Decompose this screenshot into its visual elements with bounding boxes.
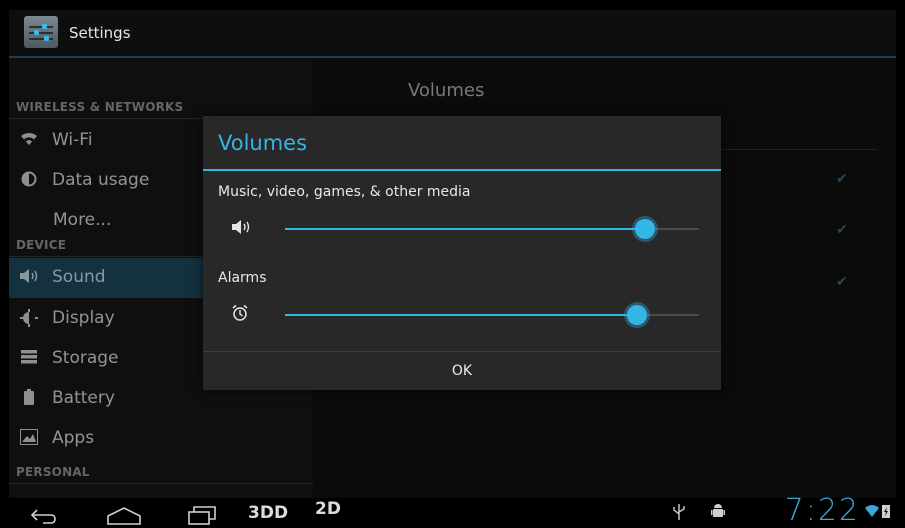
usb-icon bbox=[673, 504, 685, 524]
2d-mode-button[interactable]: 2D bbox=[315, 494, 341, 524]
alarm-volume-slider[interactable] bbox=[285, 305, 699, 325]
system-navigation-bar: 3DD 2D 7:22 bbox=[9, 494, 896, 528]
dialog-title: Volumes bbox=[218, 131, 308, 155]
3d-mode-button[interactable]: 3DD bbox=[248, 498, 288, 528]
media-volume-label: Music, video, games, & other media bbox=[218, 184, 471, 200]
media-volume-slider[interactable] bbox=[285, 219, 699, 239]
slider-thumb[interactable] bbox=[626, 305, 647, 325]
wifi-signal-icon bbox=[865, 504, 879, 522]
battery-charging-icon bbox=[882, 504, 890, 522]
back-icon[interactable] bbox=[29, 498, 57, 528]
device-frame: Settings WIRELESS & NETWORKS Wi-Fi Data … bbox=[0, 0, 905, 528]
alarm-clock-icon bbox=[231, 304, 251, 324]
recent-apps-icon[interactable] bbox=[187, 498, 217, 528]
dialog-title-divider bbox=[203, 169, 721, 171]
action-bar: Settings bbox=[9, 10, 896, 58]
screen: Settings WIRELESS & NETWORKS Wi-Fi Data … bbox=[9, 10, 896, 528]
app-title: Settings bbox=[69, 24, 131, 42]
ok-button[interactable]: OK bbox=[203, 352, 721, 390]
slider-fill bbox=[285, 314, 637, 316]
android-debug-icon bbox=[711, 504, 725, 524]
home-icon[interactable] bbox=[106, 498, 142, 528]
slider-thumb[interactable] bbox=[635, 219, 656, 239]
alarm-volume-label: Alarms bbox=[218, 270, 267, 286]
slider-fill bbox=[285, 228, 646, 230]
settings-app-icon[interactable] bbox=[24, 16, 58, 48]
speaker-icon bbox=[231, 219, 251, 239]
status-clock: 7:22 bbox=[784, 493, 860, 528]
volumes-dialog: Volumes Music, video, games, & other med… bbox=[203, 116, 721, 390]
